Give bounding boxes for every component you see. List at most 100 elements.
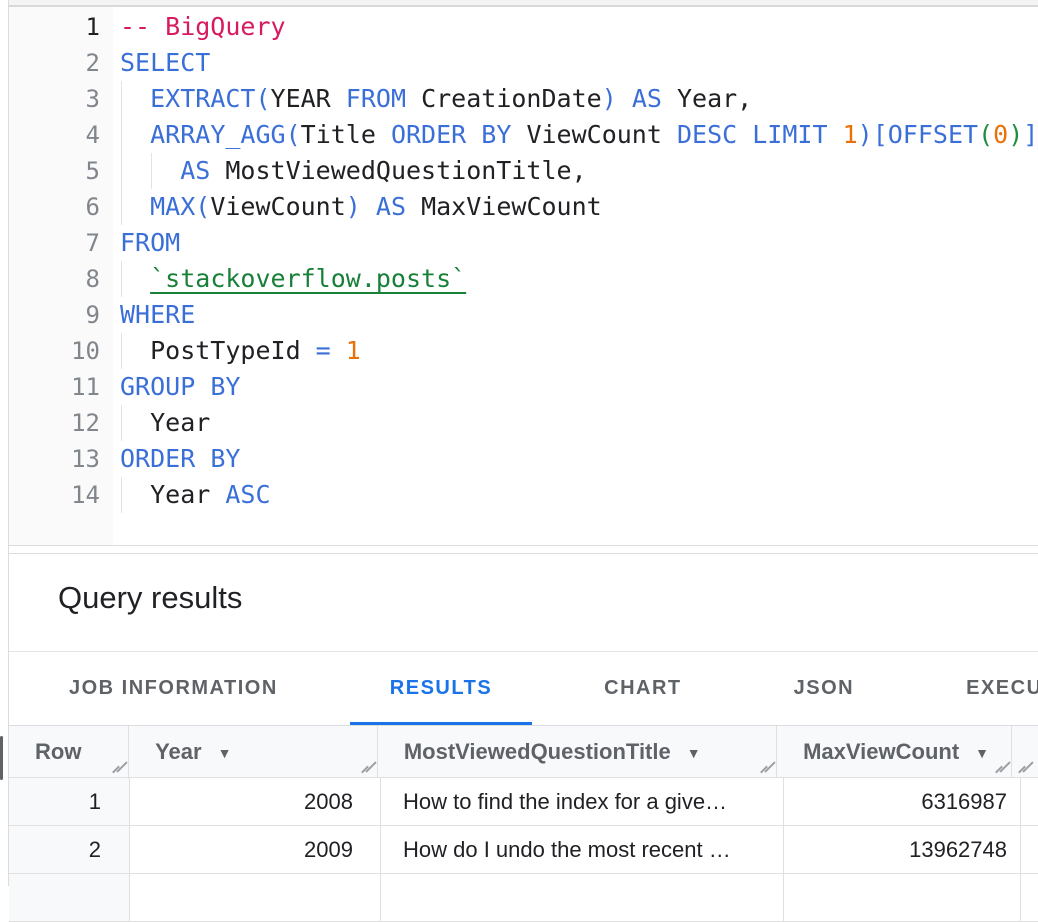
code-token (617, 84, 632, 113)
code-token: ViewCount (511, 120, 677, 149)
sort-descending-icon[interactable]: ▼ (975, 728, 989, 777)
code-token: 0 (993, 120, 1008, 149)
code-line-9[interactable]: WHERE (113, 297, 1038, 333)
code-token (195, 444, 210, 473)
code-token: AS (376, 192, 406, 221)
code-token: )[ (858, 120, 888, 149)
code-token (737, 120, 752, 149)
code-token: DESC (677, 120, 737, 149)
column-resize-grip-icon[interactable] (112, 760, 126, 774)
code-line-7[interactable]: FROM (113, 225, 1038, 261)
column-header-label: MaxViewCount (803, 739, 959, 764)
sort-descending-icon[interactable]: ▼ (687, 728, 701, 777)
code-line-10[interactable]: PostTypeId = 1 (113, 333, 1038, 369)
line-number: 3 (9, 81, 113, 117)
cell-max-view-count: 6316987 (784, 778, 1021, 825)
sql-editor[interactable]: 1234567891011121314 -- BigQuerySELECT EX… (9, 7, 1038, 546)
indent-guide (121, 81, 122, 117)
code-token: MostViewedQuestionTitle, (210, 156, 586, 185)
cell-row-number: 1 (9, 778, 130, 825)
code-token: 1 (843, 120, 858, 149)
column-header-mostviewedquestiontitle[interactable]: MostViewedQuestionTitle▼ (378, 726, 777, 777)
line-number: 10 (9, 333, 113, 369)
column-header-overflow (1012, 726, 1038, 777)
tab-json[interactable]: JSON (754, 652, 894, 725)
cell-year: 2009 (130, 826, 381, 873)
cell-year: 2008 (130, 778, 381, 825)
code-line-13[interactable]: ORDER BY (113, 441, 1038, 477)
code-token: CreationDate (406, 84, 602, 113)
line-number: 11 (9, 369, 113, 405)
code-token (466, 120, 481, 149)
table-row (9, 874, 1038, 922)
column-header-label: Year (155, 739, 202, 764)
column-resize-grip-icon[interactable] (995, 760, 1009, 774)
code-token: EXTRACT (150, 84, 255, 113)
line-number: 4 (9, 117, 113, 153)
code-token (828, 120, 843, 149)
code-line-6[interactable]: MAX(ViewCount) AS MaxViewCount (113, 189, 1038, 225)
code-token: ) (602, 84, 617, 113)
cell-title: How do I undo the most recent … (381, 826, 784, 873)
code-token: WHERE (120, 300, 195, 329)
indent-guide (121, 153, 122, 189)
code-token: ( (195, 192, 210, 221)
indent-guide (121, 117, 122, 153)
table-row: 22009How do I undo the most recent …1396… (9, 826, 1038, 874)
code-token: MAX (150, 192, 195, 221)
cell-title: How to find the index for a give… (381, 778, 784, 825)
code-token: MaxViewCount (406, 192, 602, 221)
code-token (331, 336, 346, 365)
indent-guide (121, 477, 122, 513)
code-line-8[interactable]: `stackoverflow.posts` (113, 261, 1038, 297)
column-resize-grip-icon[interactable] (1018, 760, 1032, 774)
vertical-scrollbar-thumb[interactable] (0, 736, 3, 780)
code-token: ASC (225, 480, 270, 509)
code-area[interactable]: -- BigQuery SELECT EXTRACT(YEAR FROM Crea… (113, 7, 1038, 545)
code-token: GROUP (120, 372, 195, 401)
line-number: 1 (9, 9, 113, 45)
table-reference-link[interactable]: `stackoverflow.posts` (150, 264, 466, 293)
code-token: ARRAY_AGG (150, 120, 285, 149)
results-tab-strip: JOB INFORMATION RESULTS CHART JSON EXECUTION… (9, 652, 1038, 726)
cell-overflow (1021, 874, 1038, 921)
column-header-maxviewcount[interactable]: MaxViewCount ▼ (777, 726, 1012, 777)
code-line-5[interactable]: AS MostViewedQuestionTitle, (113, 153, 1038, 189)
code-line-1[interactable]: -- BigQuery (113, 9, 1038, 45)
cell-row-number: 2 (9, 826, 130, 873)
tab-job-information[interactable]: JOB INFORMATION (29, 652, 318, 725)
column-resize-grip-icon[interactable] (361, 760, 375, 774)
code-line-11[interactable]: GROUP BY (113, 369, 1038, 405)
tab-chart[interactable]: CHART (564, 652, 722, 725)
code-token: AS (180, 156, 210, 185)
code-token: SELECT (120, 48, 210, 77)
column-resize-grip-icon[interactable] (760, 760, 774, 774)
code-token: ] (1023, 120, 1038, 149)
sort-descending-icon[interactable]: ▼ (218, 728, 232, 777)
code-token: BY (210, 372, 240, 401)
code-line-2[interactable]: SELECT (113, 45, 1038, 81)
code-token: = (316, 336, 331, 365)
tab-execution-details[interactable]: EXECUTION DETAILS (926, 652, 1038, 725)
line-number: 14 (9, 477, 113, 513)
code-token (120, 264, 150, 293)
code-line-3[interactable]: EXTRACT(YEAR FROM CreationDate) AS Year, (113, 81, 1038, 117)
cell-year (130, 874, 381, 921)
tab-results[interactable]: RESULTS (350, 652, 532, 725)
tab-label: RESULTS (390, 677, 492, 700)
line-number: 13 (9, 441, 113, 477)
code-line-12[interactable]: Year (113, 405, 1038, 441)
page-title: Query results (9, 554, 1038, 616)
line-number: 5 (9, 153, 113, 189)
cell-overflow (1021, 778, 1038, 825)
code-token: PostTypeId (120, 336, 316, 365)
line-number: 6 (9, 189, 113, 225)
cell-max-view-count: 13962748 (784, 826, 1021, 873)
code-token: Year (120, 408, 210, 437)
column-header-year[interactable]: Year ▼ (129, 726, 378, 777)
code-line-14[interactable]: Year ASC (113, 477, 1038, 513)
code-line-4[interactable]: ARRAY_AGG(Title ORDER BY ViewCount DESC … (113, 117, 1038, 153)
indent-guide (151, 153, 152, 189)
code-token: ORDER (391, 120, 466, 149)
line-number: 12 (9, 405, 113, 441)
